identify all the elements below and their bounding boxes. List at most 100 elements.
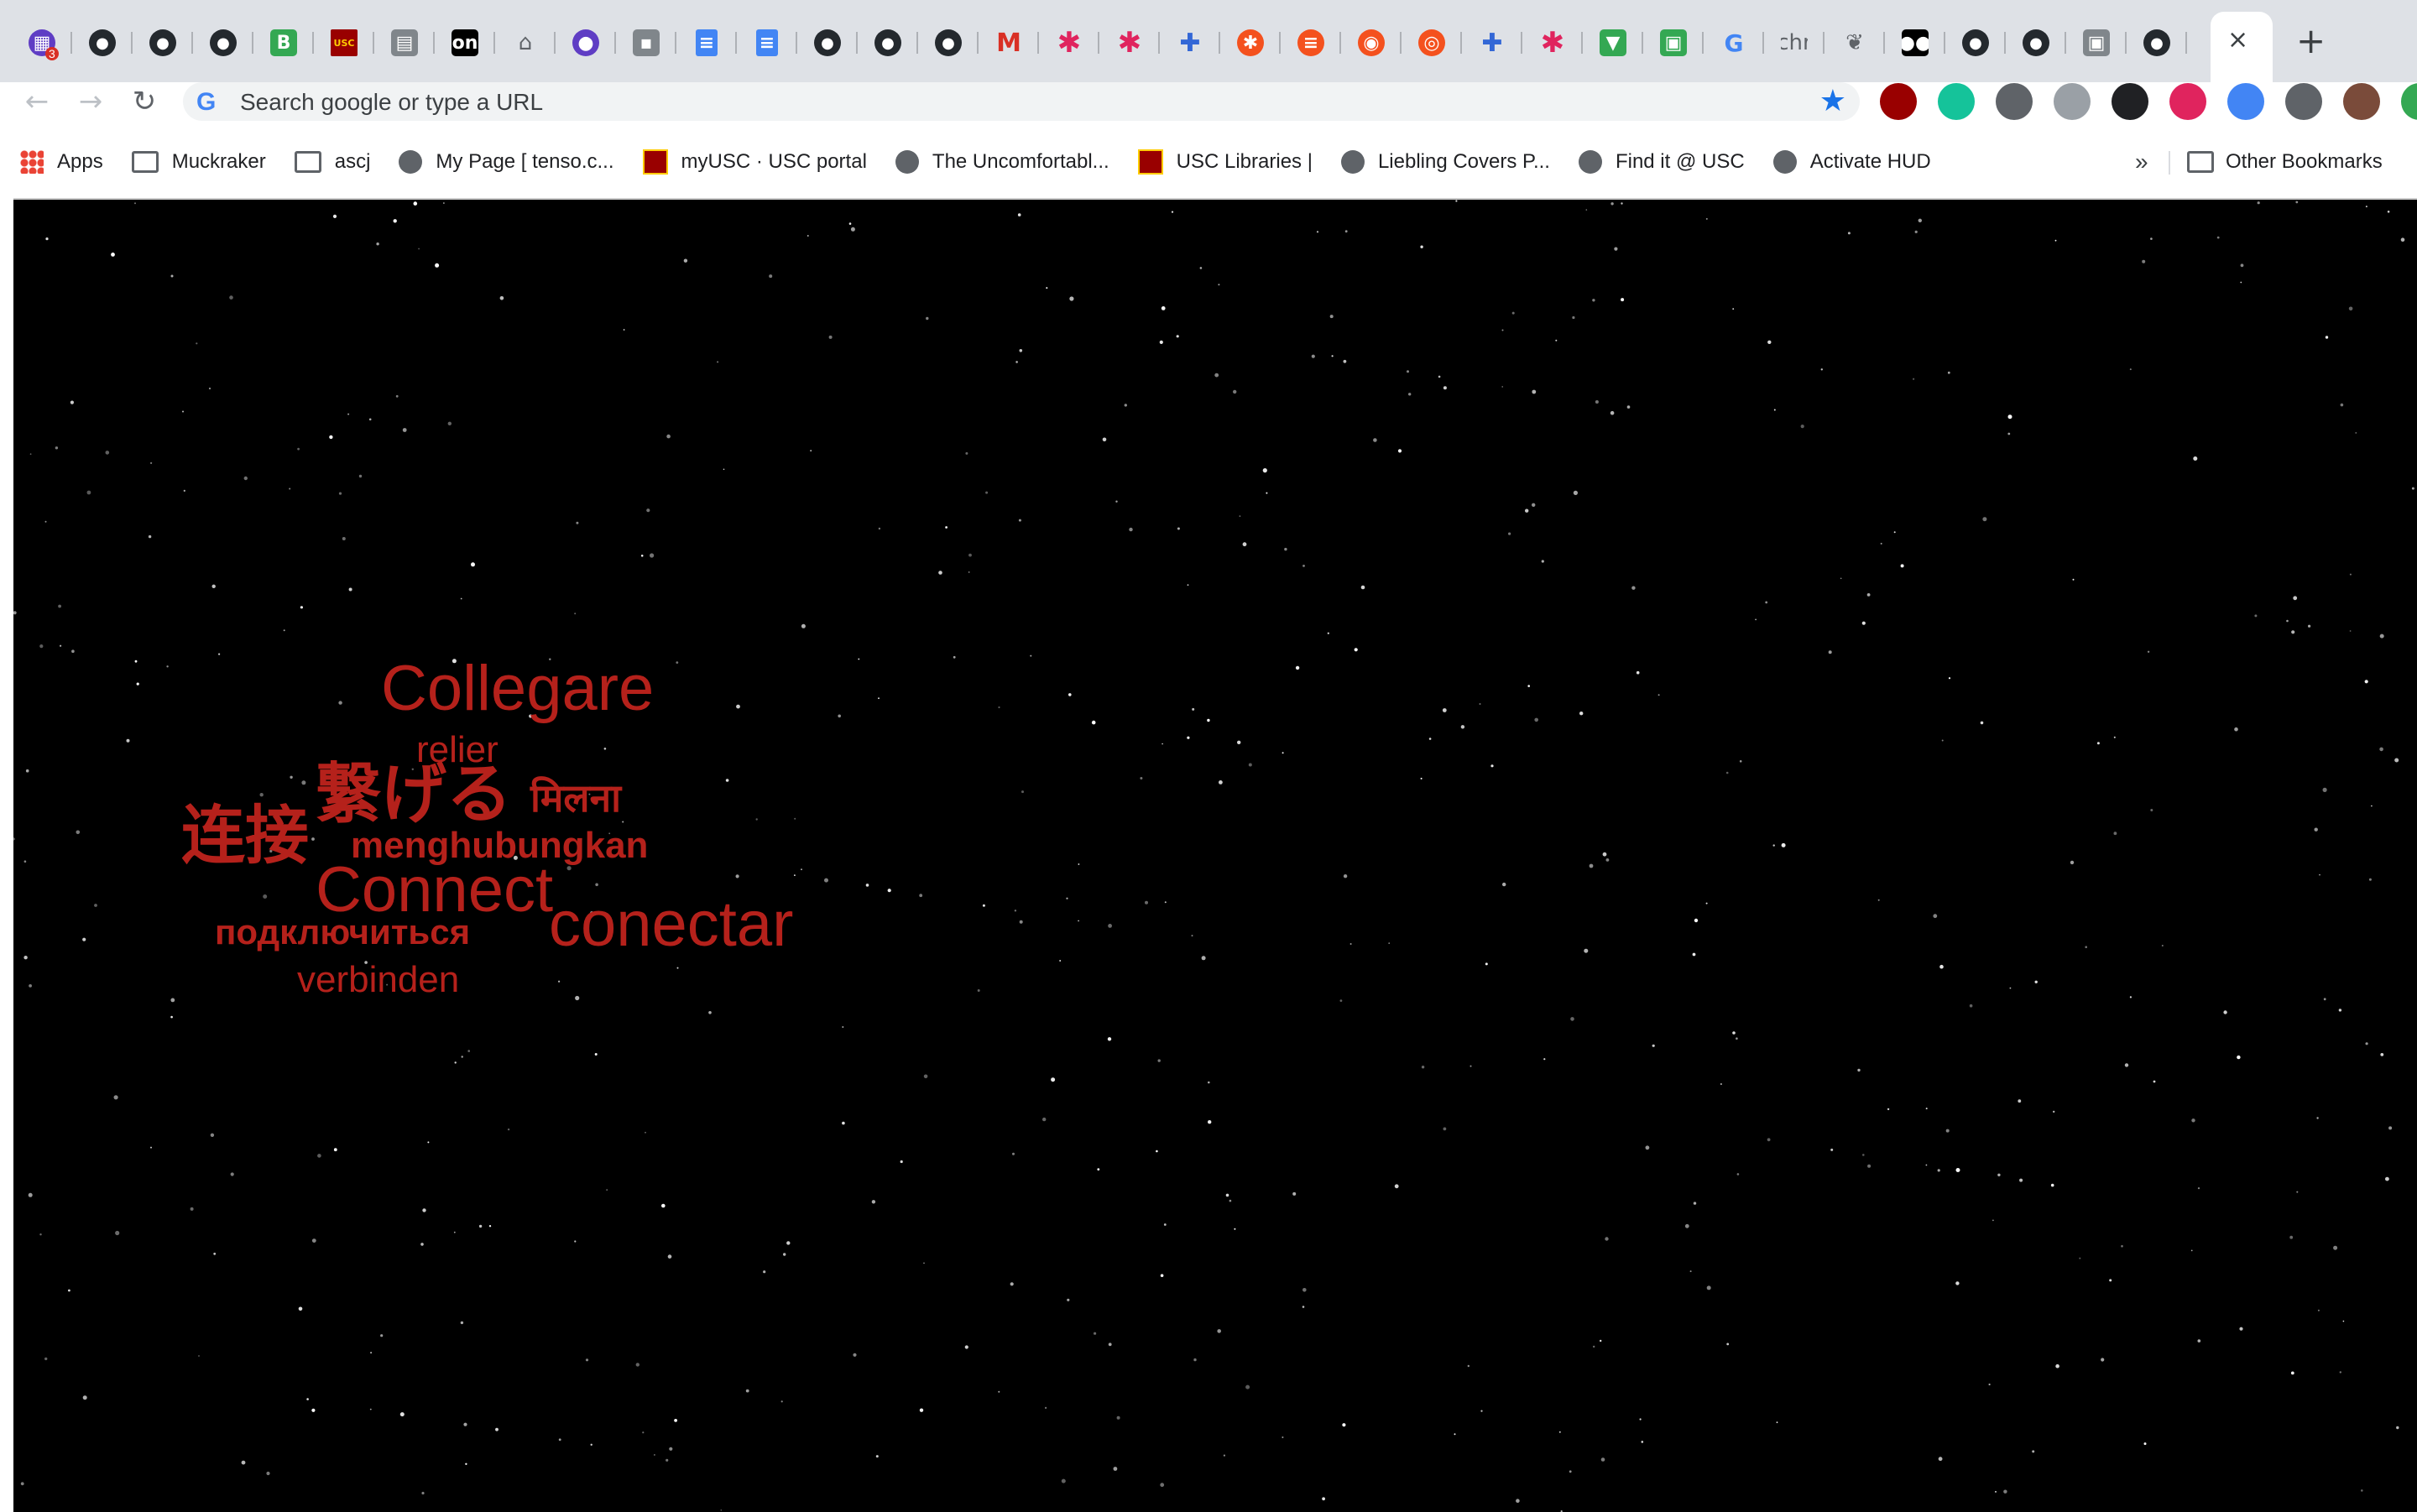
close-tab-icon[interactable]: × (2227, 25, 2248, 55)
update-icon[interactable] (2401, 83, 2417, 120)
tab-13[interactable]: ● (797, 17, 858, 69)
star (1201, 956, 1206, 961)
profile-avatar[interactable] (2343, 83, 2380, 120)
back-button[interactable]: ← (12, 82, 62, 121)
tab-23[interactable]: ◎ (1402, 17, 1462, 69)
star (1302, 1306, 1305, 1308)
tab-12[interactable]: ≡ (737, 17, 797, 69)
tab-35[interactable]: ● (2127, 17, 2187, 69)
circle-icon: ● (572, 29, 599, 56)
bookmark-5[interactable]: The Uncomfortabl... (895, 143, 1109, 181)
tab-5[interactable]: USC (314, 17, 374, 69)
bookmark-0[interactable]: Apps (20, 143, 103, 181)
more-dots-icon[interactable] (2112, 83, 2148, 120)
tab-24[interactable]: ✚ (1462, 17, 1522, 69)
tab-8[interactable]: ⌂ (495, 17, 556, 69)
tab-34[interactable]: ▣ (2066, 17, 2127, 69)
star (1900, 564, 1904, 568)
tab-30[interactable]: ❦ (1824, 17, 1885, 69)
tab-18[interactable]: ✱ (1099, 17, 1160, 69)
star (196, 342, 198, 345)
star (1342, 1423, 1346, 1427)
forward-button[interactable]: → (65, 82, 116, 121)
star (1532, 389, 1537, 394)
star (1490, 764, 1494, 768)
tab-17[interactable]: ✱ (1039, 17, 1099, 69)
star (763, 1270, 766, 1274)
tab-11[interactable]: ≡ (676, 17, 737, 69)
tab-33[interactable]: ● (2006, 17, 2066, 69)
tab-19[interactable]: ✚ (1160, 17, 1220, 69)
tab-15[interactable]: ● (918, 17, 979, 69)
bookmark-1[interactable]: Muckraker (131, 143, 266, 181)
bookmark-label: My Page [ tenso.c... (436, 150, 614, 173)
reload-button[interactable]: ↻ (119, 82, 170, 121)
tab-1[interactable]: ● (72, 17, 133, 69)
star (603, 748, 607, 750)
mail-icon[interactable] (1996, 83, 2033, 120)
bookmark-2[interactable]: ascj (294, 143, 370, 181)
star (2295, 201, 2299, 204)
tab-26[interactable]: ▼ (1583, 17, 1643, 69)
tab-29[interactable]: chr (1764, 17, 1824, 69)
m-icon[interactable] (2169, 83, 2206, 120)
star (1772, 844, 1775, 847)
tab-32[interactable]: ● (1945, 17, 2006, 69)
star (380, 1334, 384, 1337)
star (1543, 1058, 1546, 1061)
tab-4[interactable]: B (253, 17, 314, 69)
word-verbinden: verbinden (297, 959, 460, 1000)
new-tab-button[interactable]: + (2296, 20, 2326, 61)
tab-20[interactable]: ✱ (1220, 17, 1281, 69)
star (2293, 596, 2298, 601)
star (2394, 758, 2399, 763)
star (1913, 378, 1915, 380)
star (645, 1131, 646, 1134)
star (55, 446, 59, 450)
star (623, 329, 625, 331)
tab-25[interactable]: ✱ (1522, 17, 1583, 69)
star (58, 604, 61, 608)
extensions-puzzle-icon[interactable] (2285, 83, 2322, 120)
bookmark-8[interactable]: Find it @ USC (1578, 143, 1745, 181)
tab-6[interactable]: ▤ (374, 17, 435, 69)
tab-27[interactable]: ▣ (1643, 17, 1704, 69)
download-icon[interactable] (2054, 83, 2091, 120)
star (113, 1095, 118, 1100)
bookmark-9[interactable]: Activate HUD (1772, 143, 1931, 181)
omnibox[interactable]: G ★ (183, 82, 1860, 123)
star (674, 1419, 677, 1422)
bookmark-6[interactable]: USC Libraries | (1137, 143, 1313, 181)
bookmark-star-icon[interactable]: ★ (1819, 84, 1846, 118)
tab-21[interactable]: ≡ (1281, 17, 1341, 69)
tab-14[interactable]: ● (858, 17, 918, 69)
tab-2[interactable]: ● (133, 17, 193, 69)
bookmark-4[interactable]: myUSC · USC portal (642, 143, 867, 181)
star (460, 597, 462, 600)
star (1847, 232, 1851, 235)
tab-3[interactable]: ● (193, 17, 253, 69)
other-bookmarks-folder[interactable]: Other Bookmarks (2187, 143, 2383, 181)
address-input[interactable] (238, 82, 1752, 123)
grammarly-icon[interactable] (1938, 83, 1975, 120)
star (2007, 414, 2012, 420)
tab-9[interactable]: ● (556, 17, 616, 69)
tab-active[interactable]: × (2211, 12, 2273, 82)
tab-0[interactable]: ▦ 3 (12, 17, 72, 69)
tab-10[interactable]: ▪ (616, 17, 676, 69)
tab-7[interactable]: on (435, 17, 495, 69)
tab-22[interactable]: ◉ (1341, 17, 1402, 69)
tab-16[interactable]: M (979, 17, 1039, 69)
star (1595, 400, 1599, 404)
usc-shield-icon[interactable] (1880, 83, 1917, 120)
bookmarks-overflow-button[interactable]: » (2135, 143, 2148, 181)
tab-badge: 3 (45, 47, 59, 60)
star (1102, 437, 1107, 442)
tab-28[interactable]: G (1704, 17, 1764, 69)
word-podklyuchitsya: подключиться (215, 912, 471, 952)
feather-icon[interactable] (2227, 83, 2264, 120)
bookmark-7[interactable]: Liebling Covers P... (1340, 143, 1550, 181)
star (298, 1306, 303, 1311)
bookmark-3[interactable]: My Page [ tenso.c... (399, 143, 614, 181)
tab-31[interactable]: ●● (1885, 17, 1945, 69)
